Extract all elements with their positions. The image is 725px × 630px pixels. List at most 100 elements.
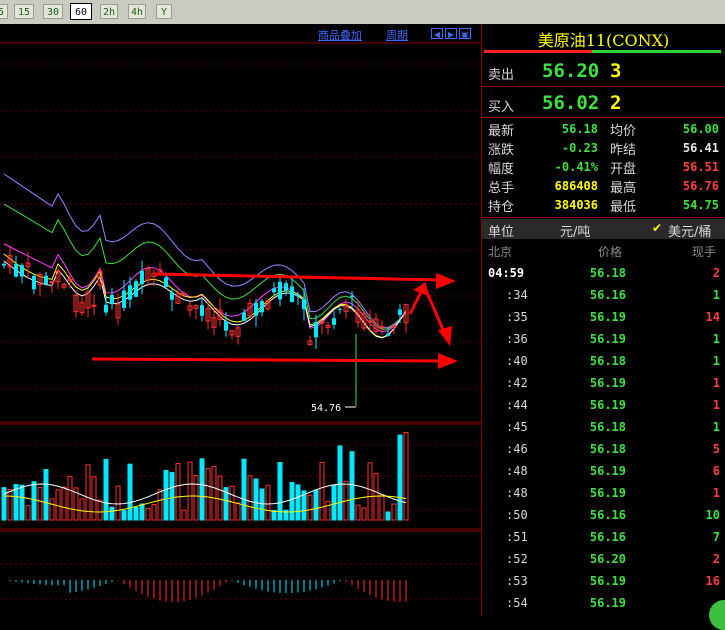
volume-bar (271, 509, 277, 521)
candle-body (164, 277, 168, 288)
tick-header-volume: 现手 (692, 245, 717, 259)
volume-bar (109, 506, 115, 521)
tick-volume: 1 (712, 288, 720, 302)
period-toolbar: 5 15 30 60 2h 4h Y (0, 0, 725, 24)
tick-price: 56.16 (589, 530, 626, 544)
volume-bar (295, 484, 301, 521)
volume-bar (187, 461, 193, 521)
tick-time: :46 (506, 442, 528, 456)
tick-row: :44 56.19 1 (482, 397, 725, 417)
tick-volume: 16 (705, 574, 720, 588)
chart-canvas[interactable]: 54.76 (0, 24, 481, 616)
period-button-5[interactable]: 5 (0, 4, 8, 19)
buy-label: 买入 (488, 100, 515, 115)
tick-row: :50 56.16 10 (482, 507, 725, 527)
stat-label: 幅度 (488, 162, 515, 177)
stat-label: 昨结 (610, 143, 637, 158)
volume-bar (199, 458, 205, 521)
tick-time: :42 (506, 376, 528, 390)
volume-bar (37, 486, 43, 521)
volume-bar (103, 458, 109, 521)
volume-bar (43, 468, 49, 521)
period-button-15[interactable]: 15 (14, 4, 34, 19)
tick-time: :35 (506, 310, 528, 324)
tick-time: :54 (506, 596, 528, 610)
stat-label: 均价 (610, 124, 637, 139)
tick-time: :50 (506, 508, 528, 522)
volume-bar (79, 498, 85, 521)
volume-bar (319, 461, 325, 521)
tick-row: :45 56.18 1 (482, 419, 725, 439)
candle-body (296, 294, 300, 297)
tick-time: :48 (506, 486, 528, 500)
candle-body (134, 281, 138, 297)
tick-time: :51 (506, 530, 528, 544)
candle-body (14, 263, 18, 277)
tick-row: :53 56.19 16 (482, 573, 725, 593)
tick-price: 56.18 (589, 420, 626, 434)
tick-volume: 1 (712, 486, 720, 500)
volume-bar (247, 475, 253, 521)
candle-body (319, 321, 325, 324)
tick-time: :48 (506, 464, 528, 478)
tick-row: :51 56.16 7 (482, 529, 725, 549)
candle-body (104, 304, 108, 313)
tick-time: :44 (506, 398, 528, 412)
volume-bar (193, 475, 199, 521)
candle-body (128, 285, 132, 300)
tick-row: :52 56.20 2 (482, 551, 725, 571)
quote-panel: 美原油11(CONX) 卖出 56.20 3 买入 56.02 2 最新 56.1… (481, 24, 725, 630)
volume-bar (157, 489, 163, 521)
tick-time: :52 (506, 552, 528, 566)
candle-body (224, 321, 228, 331)
candle-body (170, 292, 174, 300)
tick-volume: 2 (712, 266, 720, 280)
candle-body (314, 322, 318, 338)
volume-bar (367, 462, 373, 521)
tick-header-time: 北京 (488, 245, 513, 259)
tick-price: 56.19 (589, 332, 626, 346)
candle-body (332, 318, 336, 325)
candle-body (391, 325, 397, 328)
tick-time: :36 (506, 332, 528, 346)
volume-bar (133, 507, 139, 521)
tick-price: 56.19 (589, 398, 626, 412)
tick-volume: 5 (712, 442, 720, 456)
period-button-30[interactable]: 30 (43, 4, 63, 19)
candle-body (260, 300, 264, 313)
volume-bar (313, 489, 319, 521)
period-button-y[interactable]: Y (156, 4, 172, 19)
tick-price: 56.18 (589, 266, 626, 280)
candle-body (32, 275, 36, 290)
tick-row: :40 56.18 1 (482, 353, 725, 373)
volume-bar (235, 502, 241, 521)
volume-bar (139, 503, 145, 521)
moving-average-line (3, 260, 407, 339)
stat-label: 最低 (610, 200, 637, 215)
unit-option-usd[interactable]: 美元/桶 (668, 221, 711, 240)
candle-body (49, 281, 55, 284)
period-button-2h[interactable]: 2h (100, 4, 118, 19)
candle-body (398, 309, 402, 316)
stat-value: 56.00 (682, 122, 719, 136)
volume-bar (337, 445, 343, 521)
bid-ask-bar-red (484, 50, 592, 53)
kline-chart-area[interactable]: 商品叠加 周期 ◀ ▶ ▣ 54.76 (0, 24, 481, 616)
volume-bar (181, 509, 187, 521)
unit-option-rmb[interactable]: 元/吨 (560, 221, 590, 240)
stat-value: 686408 (554, 179, 598, 193)
volume-bar (241, 458, 247, 521)
tick-price: 56.19 (589, 376, 626, 390)
candle-body (242, 312, 246, 322)
tick-price: 56.19 (589, 574, 626, 588)
period-button-4h[interactable]: 4h (128, 4, 146, 19)
volume-bar (385, 511, 391, 521)
period-button-60[interactable]: 60 (70, 3, 92, 20)
tick-volume: 1 (712, 420, 720, 434)
volume-bar (7, 488, 13, 521)
stat-label: 持仓 (488, 200, 515, 215)
tick-price: 56.16 (589, 288, 626, 302)
stat-value: 54.75 (682, 198, 719, 212)
candle-body (2, 263, 6, 266)
tick-price: 56.18 (589, 442, 626, 456)
